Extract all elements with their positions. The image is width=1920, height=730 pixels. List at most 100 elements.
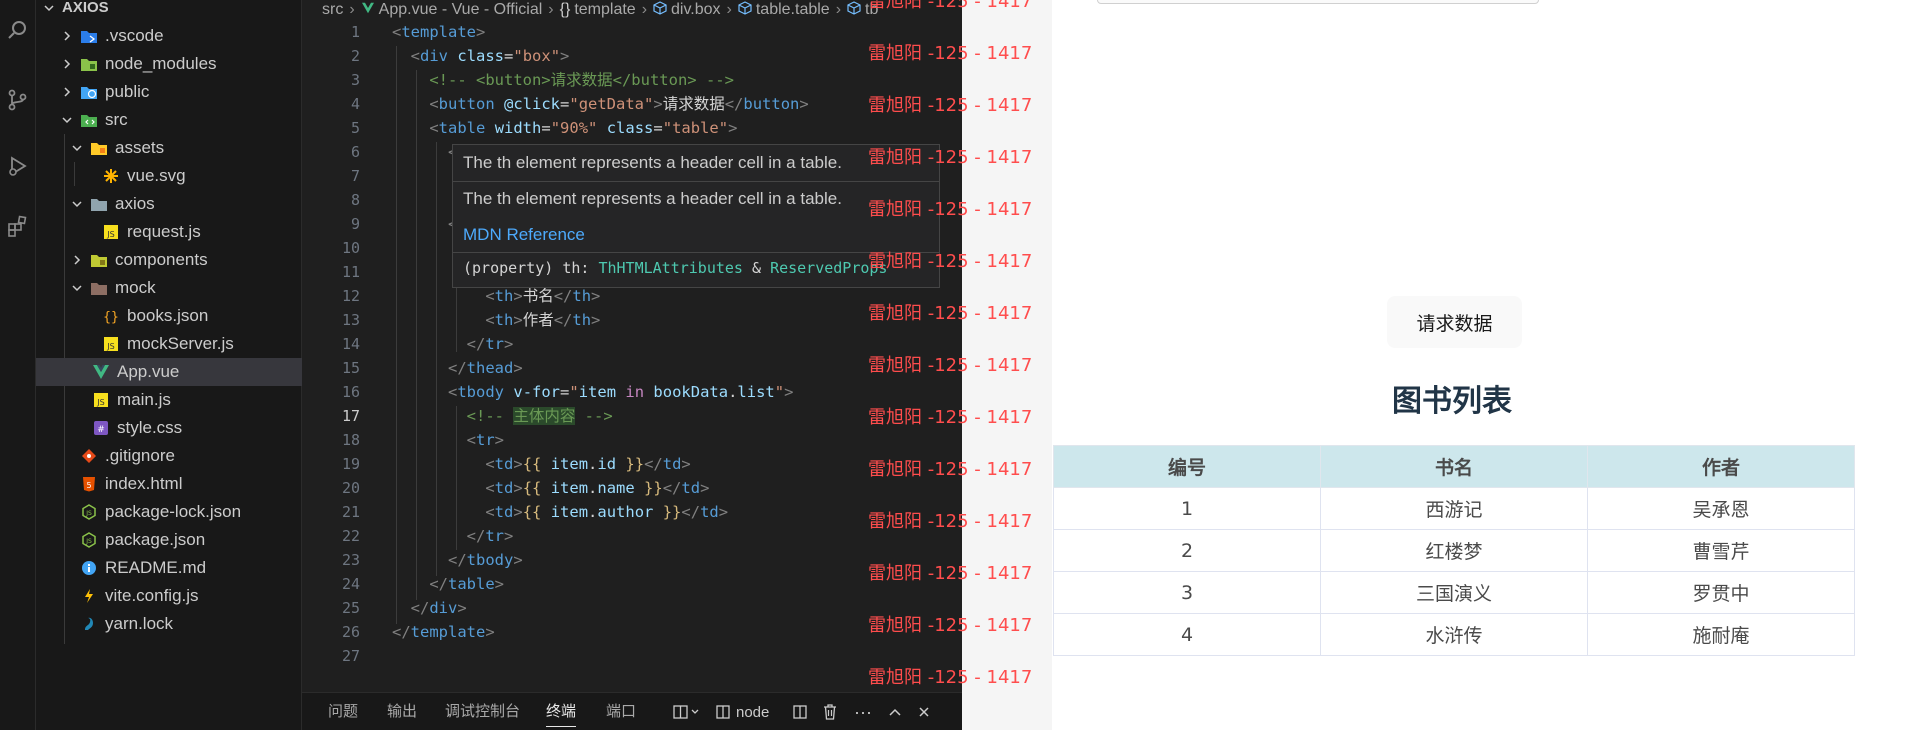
tab-debug-console[interactable]: 调试控制台 [445,693,520,730]
js-file-icon: JS [102,223,120,241]
close-panel-button[interactable] [911,693,937,730]
assets-folder-icon [90,139,108,157]
tree-file-yarn-lock[interactable]: yarn.lock [36,610,302,638]
hover-divider [453,181,939,182]
src-folder-icon [80,111,98,129]
code-line-5: <table width="90%" class="table"> [429,119,738,137]
line-number: 10 [341,239,360,257]
breadcrumb-table[interactable]: table.table [756,1,830,19]
table-cell: 罗贯中 [1587,571,1855,614]
address-bar[interactable] [1097,0,1539,4]
terminal-name: node [736,703,770,721]
element-cube-icon [653,0,667,20]
breadcrumb: src › App.vue - Vue - Official › {} temp… [302,0,962,20]
tree-folder-assets[interactable]: assets [36,134,302,162]
terminal-node-selector[interactable]: node [716,693,780,730]
folder-icon [90,195,108,213]
more-actions-icon[interactable]: ··· [850,693,876,730]
line-number: 6 [350,143,360,161]
tree-file-package-json[interactable]: JS package.json [36,526,302,554]
line-number: 26 [341,623,360,641]
line-number: 11 [341,263,360,281]
fetch-data-button[interactable]: 请求数据 [1387,296,1522,348]
tree-file-index-html[interactable]: 5 index.html [36,470,302,498]
css-file-icon: # [92,419,110,437]
page-title: 图书列表 [1392,384,1512,419]
tree-file-style-css[interactable]: # style.css [36,414,302,442]
tab-output[interactable]: 输出 [387,693,417,730]
vite-file-icon [80,587,98,605]
watermark: 雷旭阳 -125 - 1417 [868,303,1033,324]
info-file-icon [80,559,98,577]
chevron-right-icon: › [641,1,648,18]
extensions-icon[interactable] [0,208,36,244]
svg-text:JS: JS [106,342,114,351]
line-number: 23 [341,551,360,569]
code-line-2: <div class="box"> [410,47,570,65]
breadcrumb-src[interactable]: src [322,1,343,19]
tab-ports[interactable]: 端口 [606,693,636,730]
vue-file-icon [361,1,375,19]
breadcrumb-template[interactable]: template [574,1,635,19]
chevron-right-icon: › [349,1,355,18]
table-cell: 施耐庵 [1587,613,1855,656]
watermark: 雷旭阳 -125 - 1417 [868,459,1033,480]
code-line-13: <th>作者</th> [485,311,601,329]
tree-file-main-js[interactable]: JS main.js [36,386,302,414]
layout-dropdown-button[interactable] [668,693,706,730]
code-line-24: </table> [429,575,505,593]
kill-terminal-button[interactable] [817,693,843,730]
tree-file-readme-md[interactable]: README.md [36,554,302,582]
code-line-21: <td>{{ item.author }}</td> [485,503,729,521]
watermark: 雷旭阳 -125 - 1417 [868,0,1033,12]
tree-file-package-lock-json[interactable]: JS package-lock.json [36,498,302,526]
tree-folder-src[interactable]: src [36,106,302,134]
tree-file-vue-svg[interactable]: vue.svg [36,162,302,190]
tree-folder-mock[interactable]: mock [36,274,302,302]
code-line-6: < [392,140,457,164]
tree-file-request-js[interactable]: JS request.js [36,218,302,246]
public-folder-icon [80,83,98,101]
code-line-20: <td>{{ item.name }}</td> [485,479,710,497]
table-header: 书名 [1320,445,1588,488]
explorer-root-label: AXIOS [62,0,109,16]
tree-file-app-vue[interactable]: App.vue [36,358,302,386]
breadcrumb-div-box[interactable]: div.box [671,1,721,19]
table-cell: 三国演义 [1320,571,1588,614]
search-icon[interactable] [0,12,36,48]
code-line-16: <tbody v-for="item in bookData.list"> [448,383,794,401]
table-row: 3 三国演义 罗贯中 [1053,571,1855,614]
tree-folder-node-modules[interactable]: node_modules [36,50,302,78]
table-row: 4 水浒传 施耐庵 [1053,613,1855,656]
chevron-down-icon [60,113,74,127]
explorer-root-axios[interactable]: AXIOS [36,0,302,22]
run-debug-icon[interactable] [0,148,36,184]
tree-folder-axios[interactable]: axios [36,190,302,218]
tree-folder-components[interactable]: components [36,246,302,274]
tree-file-vite-config-js[interactable]: vite.config.js [36,582,302,610]
mdn-reference-link[interactable]: MDN Reference [463,225,585,245]
watermark: 雷旭阳 -125 - 1417 [868,563,1033,584]
explorer-panel: AXIOS .vscode node_modules public src as… [36,0,302,730]
tree-file-mockserver-js[interactable]: JS mockServer.js [36,330,302,358]
activity-bar [0,0,36,730]
table-cell: 红楼梦 [1320,529,1588,572]
tree-folder-public[interactable]: public [36,78,302,106]
code-line-14: </tr> [466,335,514,353]
svg-text:JS: JS [96,398,104,407]
svg-file-icon [102,167,120,185]
code-editor[interactable]: src › App.vue - Vue - Official › {} temp… [302,0,1262,730]
line-number: 20 [341,479,360,497]
maximize-panel-button[interactable] [882,693,908,730]
breadcrumb-file[interactable]: App.vue - Vue - Official [379,1,543,19]
tree-file-books-json[interactable]: {} books.json [36,302,302,330]
tab-terminal[interactable]: 终端 [546,693,577,730]
hover-divider [453,252,939,253]
tab-problems[interactable]: 问题 [328,693,358,730]
tree-folder-vscode[interactable]: .vscode [36,22,302,50]
table-cell: 2 [1053,529,1321,572]
source-control-icon[interactable] [0,82,36,118]
split-terminal-button[interactable] [787,693,813,730]
tree-file-gitignore[interactable]: .gitignore [36,442,302,470]
chevron-right-icon: › [548,1,554,18]
